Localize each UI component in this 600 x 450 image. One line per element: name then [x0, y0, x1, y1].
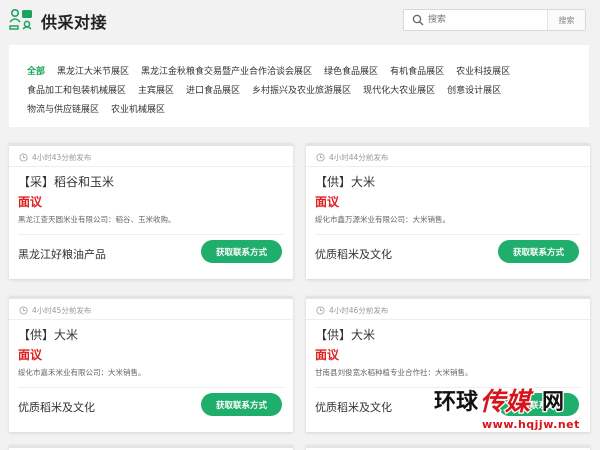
page-header: 供采对接 搜索 — [0, 0, 600, 40]
filter-row-1: 全部 黑龙江大米节展区 黑龙江金秋粮食交易暨产业合作洽谈会展区 绿色食品展区 有机食品展… — [27, 59, 522, 77]
filter-item[interactable]: 创意设计展区 — [447, 84, 501, 98]
svg-text:传媒: 传媒 — [480, 387, 534, 416]
filter-item[interactable]: 农业科技展区 — [456, 65, 510, 79]
listing-title[interactable]: 【采】稻谷和玉米 — [18, 173, 114, 190]
listing-title[interactable]: 【供】大米 — [315, 173, 375, 190]
publish-time: 4小时44分前发布 — [329, 153, 389, 162]
filter-item[interactable]: 绿色食品展区 — [324, 65, 378, 79]
filter-item[interactable]: 农业机械展区 — [111, 103, 165, 117]
listing-category: 优质稻米及文化 — [315, 401, 392, 414]
listing-card[interactable]: 4小时44分前发布 【供】大米 面议 绥化市鑫万源米业有限公司：大米销售。 优质… — [306, 143, 590, 279]
search-icon — [412, 14, 424, 26]
clock-icon — [19, 153, 28, 162]
filter-item[interactable]: 进口食品展区 — [186, 84, 240, 98]
supply-demand-icon — [9, 8, 32, 30]
divider — [306, 166, 590, 167]
divider — [306, 319, 590, 320]
listing-price: 面议 — [18, 195, 43, 209]
publish-time: 4小时43分前发布 — [32, 153, 92, 162]
search-input[interactable] — [428, 10, 548, 30]
listing-title[interactable]: 【供】大米 — [315, 326, 375, 343]
divider — [18, 234, 284, 235]
get-contact-button[interactable]: 获取联系方式 — [201, 240, 282, 263]
filter-item[interactable]: 黑龙江金秋粮食交易暨产业合作洽谈会展区 — [141, 65, 312, 79]
listing-category: 黑龙江好粮油产品 — [18, 248, 106, 261]
listing-price: 面议 — [315, 195, 340, 209]
filter-item[interactable]: 有机食品展区 — [390, 65, 444, 79]
divider — [18, 387, 284, 388]
filter-item[interactable]: 主宾展区 — [138, 84, 174, 98]
divider — [9, 166, 293, 167]
search-button[interactable]: 搜索 — [547, 10, 585, 30]
listing-price: 面议 — [18, 348, 43, 362]
listing-description: 甘南县刘俊宽水稻种植专业合作社：大米销售。 — [315, 368, 473, 377]
get-contact-button[interactable]: 获取联系方式 — [498, 240, 579, 263]
listing-card-partial — [306, 445, 590, 450]
filter-item[interactable]: 现代化大农业展区 — [363, 84, 435, 98]
exhibition-filter-panel: 全部 黑龙江大米节展区 黑龙江金秋粮食交易暨产业合作洽谈会展区 绿色食品展区 有机食品展… — [9, 45, 589, 127]
listing-description: 黑龙江查天圆米业有限公司：稻谷、玉米收购。 — [18, 215, 176, 224]
publish-time: 4小时46分前发布 — [329, 306, 389, 315]
listing-description: 绥化市嘉禾米业有限公司：大米销售。 — [18, 368, 146, 377]
page-title: 供采对接 — [41, 13, 108, 32]
filter-row-2: 食品加工和包装机械展区 主宾展区 进口食品展区 乡村振兴及农业旅游展区 现代化大农业展区… — [27, 78, 513, 96]
filter-item[interactable]: 乡村振兴及农业旅游展区 — [252, 84, 351, 98]
listing-description: 绥化市鑫万源米业有限公司：大米销售。 — [315, 215, 450, 224]
listing-card[interactable]: 4小时45分前发布 【供】大米 面议 绥化市嘉禾米业有限公司：大米销售。 优质稻… — [9, 296, 293, 432]
filter-item[interactable]: 物流与供应链展区 — [27, 103, 99, 117]
filter-item[interactable]: 食品加工和包装机械展区 — [27, 84, 126, 98]
get-contact-button[interactable]: 获取联系方式 — [201, 393, 282, 416]
listing-price: 面议 — [315, 348, 340, 362]
filter-row-3: 物流与供应链展区 农业机械展区 — [27, 97, 177, 115]
listing-title[interactable]: 【供】大米 — [18, 326, 78, 343]
clock-icon — [316, 153, 325, 162]
listing-category: 优质稻米及文化 — [315, 248, 392, 261]
svg-text:环球: 环球 — [434, 389, 479, 415]
filter-all[interactable]: 全部 — [27, 65, 45, 79]
listing-category: 优质稻米及文化 — [18, 401, 95, 414]
divider — [315, 234, 581, 235]
divider — [9, 319, 293, 320]
site-watermark-logo: 环球 传媒 网 www.hqjjw.net — [433, 386, 581, 432]
listing-card[interactable]: 4小时43分前发布 【采】稻谷和玉米 面议 黑龙江查天圆米业有限公司：稻谷、玉米… — [9, 143, 293, 279]
clock-icon — [316, 306, 325, 315]
search-box: 搜索 — [403, 9, 586, 31]
svg-text:www.hqjjw.net: www.hqjjw.net — [482, 418, 580, 431]
clock-icon — [19, 306, 28, 315]
svg-text:网: 网 — [542, 389, 564, 415]
publish-time: 4小时45分前发布 — [32, 306, 92, 315]
listing-card-partial — [9, 445, 293, 450]
filter-item[interactable]: 黑龙江大米节展区 — [57, 65, 129, 79]
